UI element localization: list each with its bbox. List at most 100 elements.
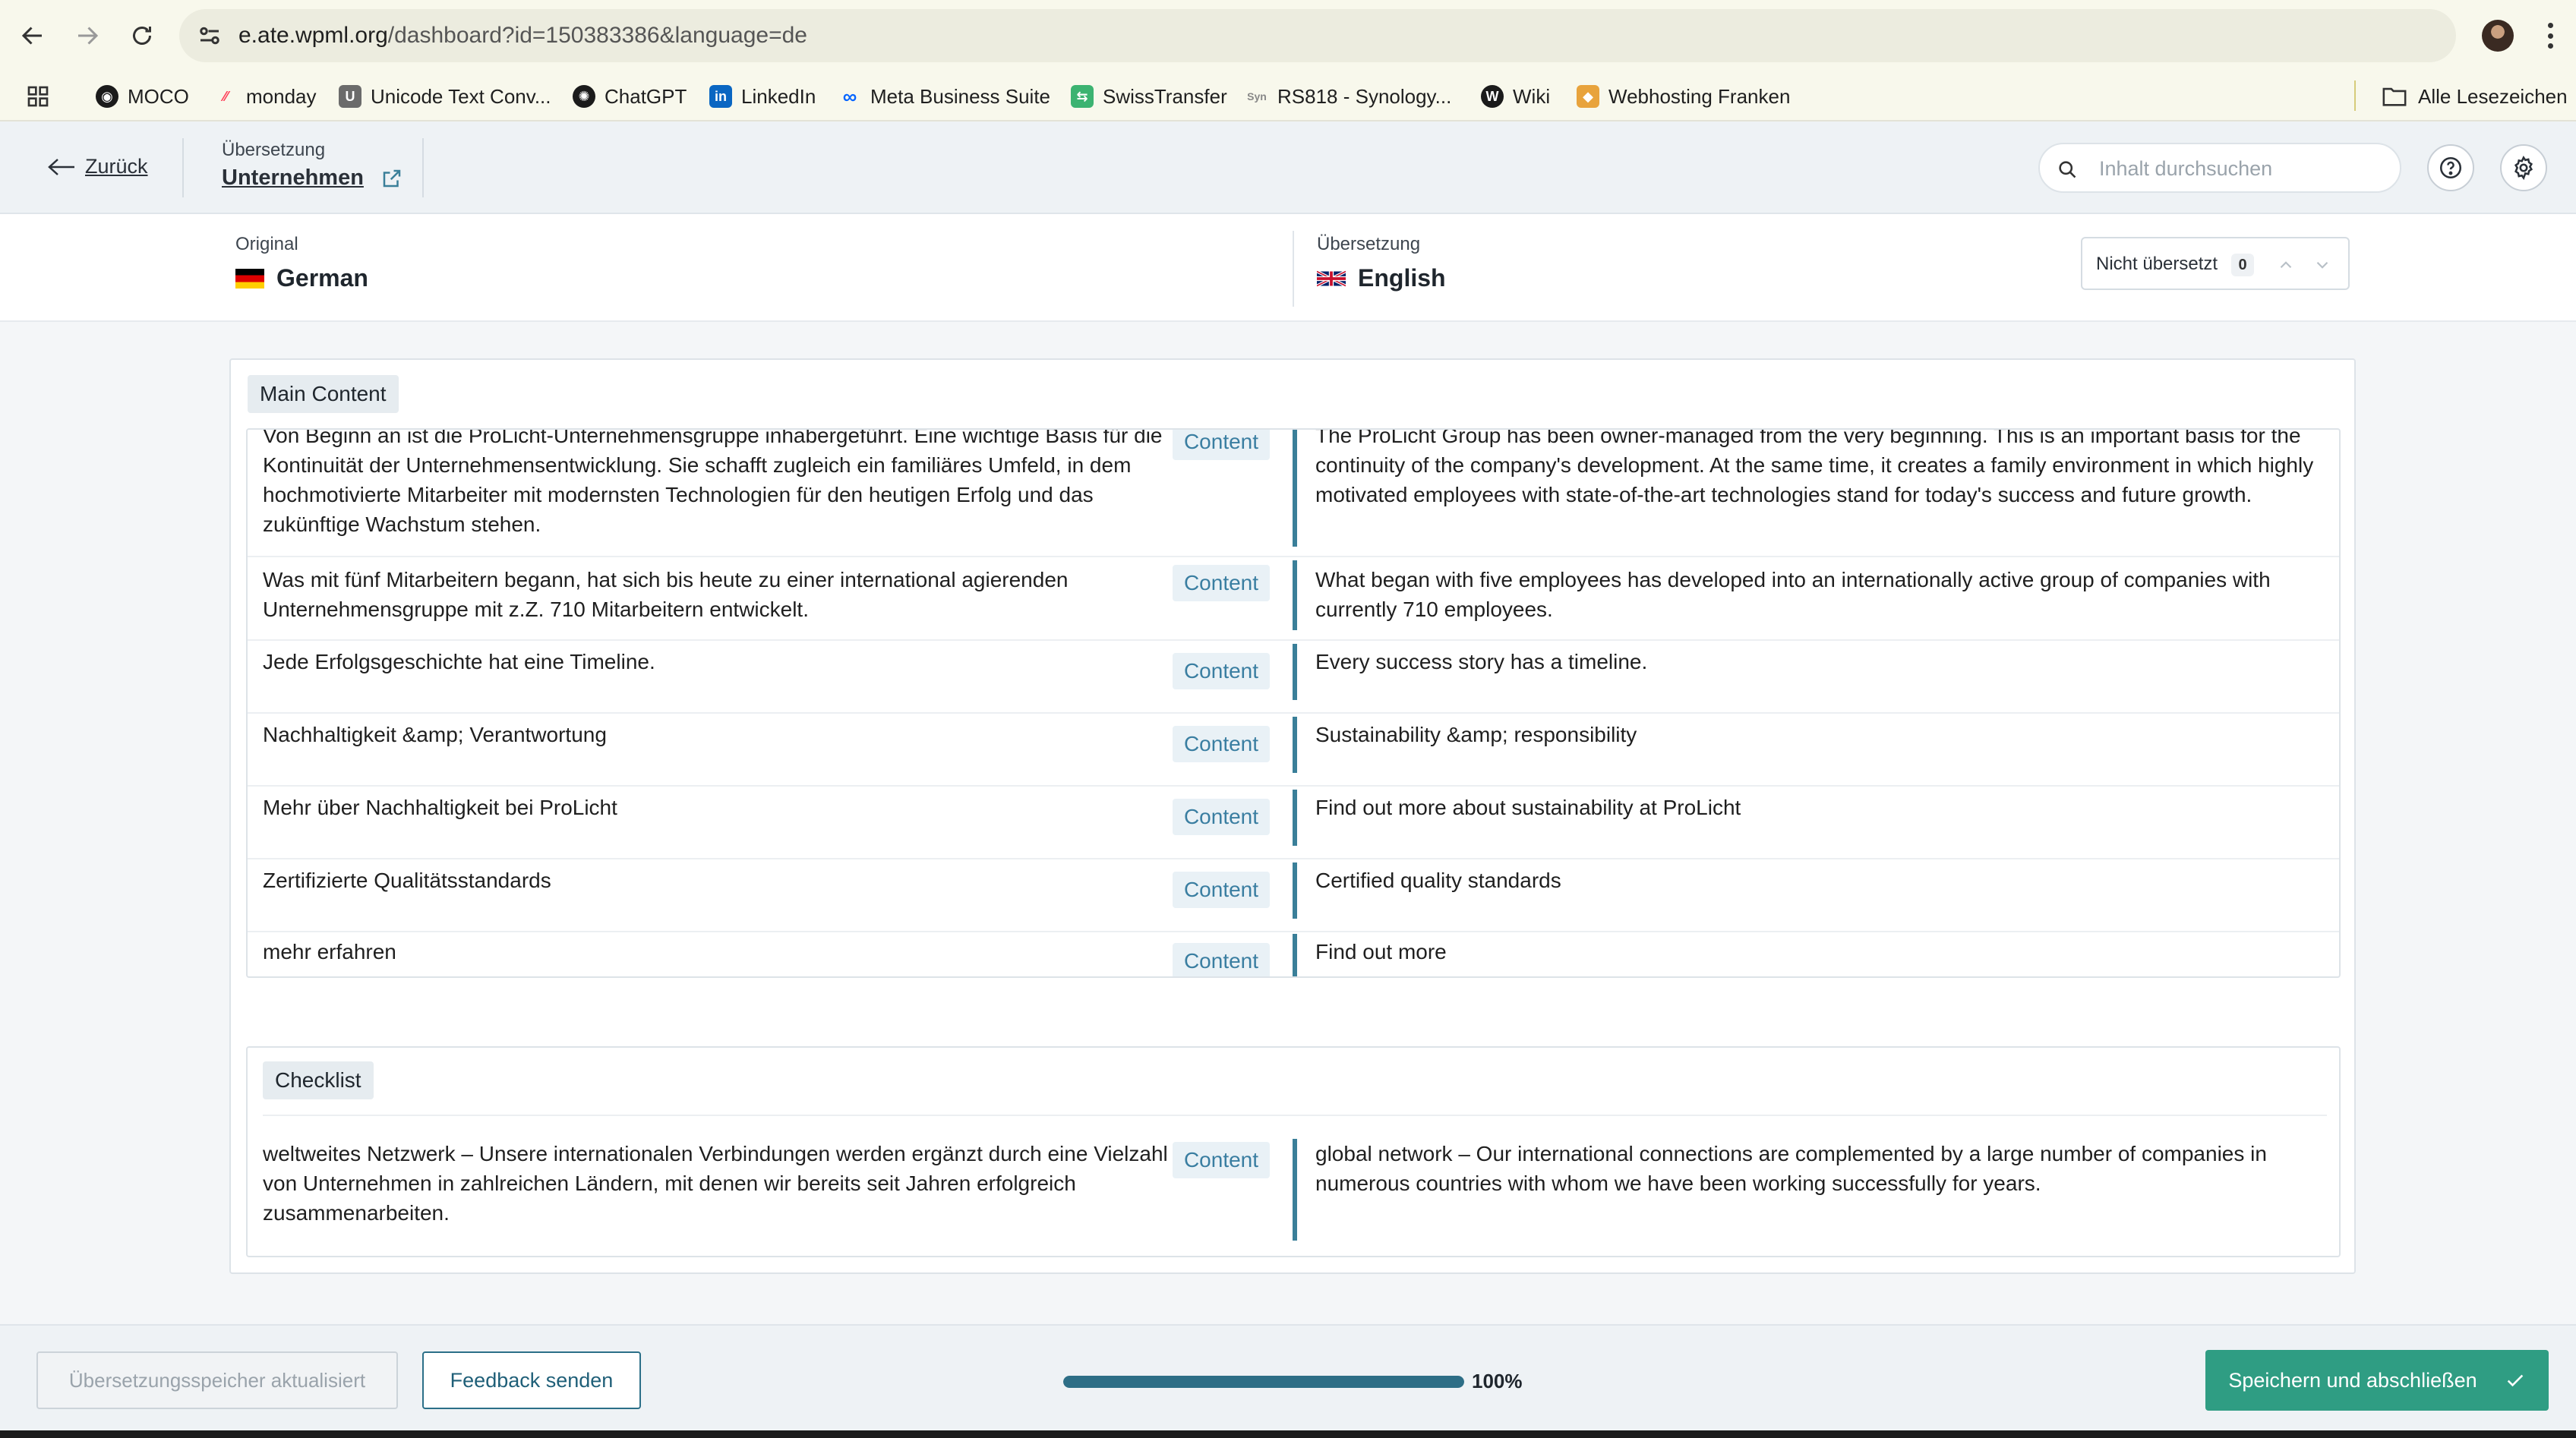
breadcrumb-label: Übersetzung: [222, 140, 326, 160]
segments-card: Main Content Von Beginn an ist die ProLi…: [229, 358, 2356, 1274]
all-bookmarks[interactable]: Alle Lesezeichen: [2382, 80, 2568, 112]
content-search[interactable]: [2038, 143, 2401, 193]
section-checklist: Checklist weltweites Netzwerk – Unsere i…: [246, 1046, 2341, 1257]
bookmark-linkedin[interactable]: in LinkedIn: [709, 80, 816, 112]
translation-editor: Main Content Von Beginn an ist die ProLi…: [0, 322, 2576, 1324]
chevron-up-icon[interactable]: [2271, 250, 2301, 280]
original-label: Original: [235, 234, 298, 254]
translation-status-bar: [1293, 430, 1297, 547]
translation-text[interactable]: global network – Our international conne…: [1315, 1139, 2325, 1198]
untranslated-filter[interactable]: Nicht übersetzt 0: [2081, 237, 2350, 290]
bookmark-chatgpt[interactable]: ✺ ChatGPT: [573, 80, 687, 112]
content-tag: Content: [1173, 565, 1270, 601]
bookmarks-bar: ◉ MOCO ⁄⁄ monday U Unicode Text Conv... ✺ Ch…: [0, 71, 2576, 121]
source-text: weltweites Netzwerk – Unsere internation…: [263, 1142, 1168, 1225]
external-link-icon[interactable]: [380, 167, 403, 190]
segment-row[interactable]: Von Beginn an ist die ProLicht-Unternehm…: [248, 428, 2339, 556]
save-and-finish-button[interactable]: Speichern und abschließen: [2205, 1350, 2549, 1411]
content-tag: Content: [1173, 1142, 1270, 1178]
translation-status-bar: [1293, 1139, 1297, 1241]
swisstransfer-icon: ⇆: [1071, 85, 1094, 108]
window-bottom-edge: [0, 1430, 2576, 1438]
search-input[interactable]: [2099, 155, 2388, 182]
help-icon: [2439, 156, 2462, 179]
search-icon: [2059, 161, 2076, 178]
content-tag: Content: [1173, 653, 1270, 689]
segment-row[interactable]: Was mit fünf Mitarbeitern begann, hat si…: [248, 557, 2339, 639]
bookmarks-divider: [2354, 80, 2356, 111]
progress-fill: [1063, 1376, 1464, 1388]
source-text: Mehr über Nachhaltigkeit bei ProLicht: [263, 796, 617, 819]
segment-row[interactable]: mehr erfahren Content Find out more: [248, 932, 2339, 976]
send-feedback-button[interactable]: Feedback senden: [422, 1351, 641, 1409]
browser-menu-icon[interactable]: [2543, 20, 2558, 52]
check-icon: [2507, 1374, 2523, 1387]
translation-text[interactable]: Find out more about sustainability at Pr…: [1315, 793, 2325, 822]
segment-row[interactable]: weltweites Netzwerk – Unsere internation…: [248, 1139, 2339, 1245]
content-tag: Content: [1173, 799, 1270, 835]
bookmark-swisstransfer[interactable]: ⇆ SwissTransfer: [1071, 80, 1227, 112]
settings-button[interactable]: [2500, 144, 2547, 191]
segment-row[interactable]: Jede Erfolgsgeschichte hat eine Timeline…: [248, 641, 2339, 712]
translation-text[interactable]: The ProLicht Group has been owner-manage…: [1315, 430, 2325, 509]
translation-text[interactable]: What began with five employees has devel…: [1315, 565, 2325, 624]
section-title-main-content: Main Content: [248, 375, 399, 413]
translation-label: Übersetzung: [1317, 234, 1421, 254]
folder-icon: [2382, 87, 2407, 106]
browser-toolbar: e.ate.wpml.org/dashboard?id=150383386&la…: [0, 0, 2576, 71]
segment-row[interactable]: Nachhaltigkeit &amp; Verantwortung Conte…: [248, 714, 2339, 785]
language-bar: Original German Übersetzung English Nich…: [0, 214, 2576, 322]
source-text: Was mit fünf Mitarbeitern begann, hat si…: [263, 568, 1069, 621]
header-divider: [182, 138, 184, 197]
translation-text[interactable]: Certified quality standards: [1315, 866, 2325, 895]
page-title[interactable]: Unternehmen: [222, 166, 403, 191]
reload-icon[interactable]: [122, 15, 163, 56]
synology-icon: Syn: [1247, 90, 1267, 102]
address-bar[interactable]: e.ate.wpml.org/dashboard?id=150383386&la…: [179, 9, 2456, 62]
arrow-left-icon: [48, 158, 74, 175]
translation-status-bar: [1293, 560, 1297, 630]
translation-status-bar: [1293, 717, 1297, 773]
site-settings-icon[interactable]: [196, 22, 223, 49]
help-button[interactable]: [2427, 144, 2474, 191]
back-arrow-icon[interactable]: [12, 15, 53, 56]
source-text: Jede Erfolgsgeschichte hat eine Timeline…: [263, 650, 655, 673]
webhosting-icon: ◆: [1577, 85, 1599, 108]
translation-text[interactable]: Every success story has a timeline.: [1315, 647, 2325, 676]
chevron-down-icon[interactable]: [2307, 250, 2338, 280]
bookmark-unicode[interactable]: U Unicode Text Conv...: [339, 80, 551, 112]
editor-footer: Übersetzungsspeicher aktualisiert Feedba…: [0, 1324, 2576, 1430]
source-text: Von Beginn an ist die ProLicht-Unternehm…: [263, 428, 1163, 536]
segment-row[interactable]: Mehr über Nachhaltigkeit bei ProLicht Co…: [248, 787, 2339, 858]
translation-text[interactable]: Sustainability &amp; responsibility: [1315, 720, 2325, 749]
apps-grid-icon[interactable]: [26, 80, 50, 112]
back-link[interactable]: Zurück: [47, 155, 148, 178]
bookmark-moco[interactable]: ◉ MOCO: [96, 80, 189, 112]
bookmark-monday[interactable]: ⁄⁄ monday: [214, 80, 317, 112]
segment-row[interactable]: Zertifizierte Qualitätsstandards Content…: [248, 859, 2339, 931]
translation-memory-button: Übersetzungsspeicher aktualisiert: [36, 1351, 398, 1409]
translation-text[interactable]: Find out more: [1315, 937, 2325, 967]
content-tag: Content: [1173, 872, 1270, 908]
source-text: mehr erfahren: [263, 940, 396, 963]
forward-arrow-icon[interactable]: [67, 15, 108, 56]
linkedin-icon: in: [709, 85, 732, 108]
original-language: German: [235, 264, 368, 292]
translation-status-bar: [1293, 934, 1297, 976]
unicode-icon: U: [339, 85, 361, 108]
bookmark-meta[interactable]: ∞ Meta Business Suite: [838, 80, 1050, 112]
bookmark-wiki[interactable]: W Wiki: [1481, 80, 1550, 112]
bookmark-webhosting[interactable]: ◆ Webhosting Franken: [1577, 80, 1790, 112]
moco-icon: ◉: [96, 85, 118, 108]
content-tag: Content: [1173, 726, 1270, 762]
gear-icon: [2514, 156, 2533, 181]
chatgpt-icon: ✺: [573, 85, 595, 108]
profile-avatar[interactable]: [2482, 20, 2514, 52]
monday-icon: ⁄⁄: [223, 88, 228, 104]
url-text[interactable]: e.ate.wpml.org/dashboard?id=150383386&la…: [238, 22, 807, 49]
source-text: Nachhaltigkeit &amp; Verantwortung: [263, 723, 607, 746]
translation-status-bar: [1293, 790, 1297, 846]
bookmark-synology[interactable]: Syn RS818 - Synology...: [1245, 80, 1451, 112]
translation-language: English: [1317, 264, 1446, 292]
wiki-icon: W: [1481, 85, 1504, 108]
